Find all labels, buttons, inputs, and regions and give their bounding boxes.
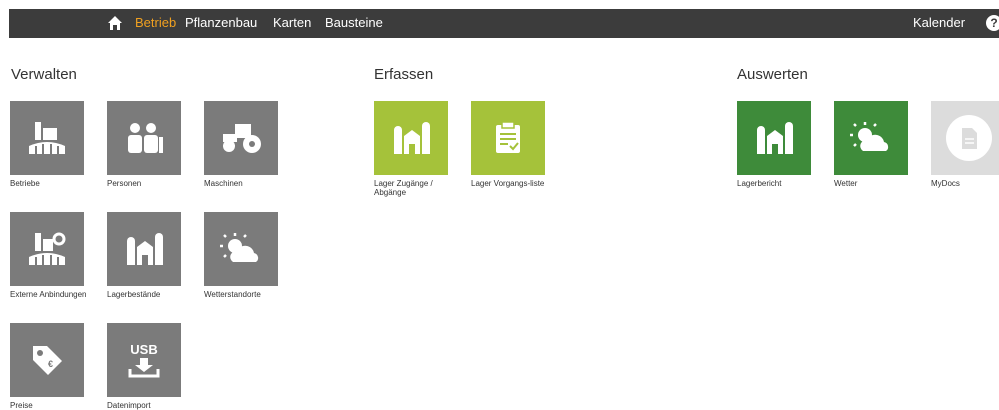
nav-kalender[interactable]: Kalender xyxy=(913,9,965,38)
tile-lagerbericht[interactable]: Lagerbericht xyxy=(737,101,811,188)
tile-box[interactable]: USB xyxy=(107,323,181,397)
help-icon[interactable]: ? xyxy=(986,15,999,31)
tile-box[interactable] xyxy=(204,212,278,286)
tile-box[interactable] xyxy=(737,101,811,175)
tile-label: Preise xyxy=(10,401,33,410)
tile-label: Personen xyxy=(107,179,142,188)
tile-label: Betriebe xyxy=(10,179,40,188)
tile-lagerbestaende[interactable]: Lagerbestände xyxy=(107,212,181,299)
tile-box[interactable] xyxy=(107,101,181,175)
tractor-icon xyxy=(223,124,261,153)
tile-label: Wetter xyxy=(834,179,858,188)
top-navigation-bar: Betrieb Pflanzenbau Karten Bausteine Kal… xyxy=(9,9,999,38)
tile-label: Lagerbericht xyxy=(737,179,782,188)
tile-label: MyDocs xyxy=(931,179,960,188)
nav-pflanzenbau[interactable]: Pflanzenbau xyxy=(185,9,257,38)
nav-karten[interactable]: Karten xyxy=(273,9,311,38)
clipboard-icon xyxy=(496,121,520,153)
tile-lager-vorgangsliste[interactable]: Lager Vorgangs-liste xyxy=(471,101,545,188)
tile-externe-anbindungen[interactable]: Externe Anbindungen xyxy=(10,212,87,299)
tile-lager-zugaenge[interactable]: Lager Zugänge / Abgänge xyxy=(374,101,448,197)
tile-box[interactable] xyxy=(204,101,278,175)
section-title-erfassen: Erfassen xyxy=(374,66,434,83)
tile-maschinen[interactable]: Maschinen xyxy=(204,101,278,188)
nav-bausteine[interactable]: Bausteine xyxy=(325,9,383,38)
tile-datenimport[interactable]: USB Datenimport xyxy=(107,323,181,410)
nav-betrieb[interactable]: Betrieb xyxy=(135,9,176,38)
tile-label: Lagerbestände xyxy=(107,290,161,299)
document-icon xyxy=(946,115,992,161)
usb-import-icon: USB xyxy=(128,342,160,378)
tile-wetterstandorte[interactable]: Wetterstandorte xyxy=(204,212,278,299)
silo-icon xyxy=(127,233,163,265)
section-title-auswerten: Auswerten xyxy=(737,66,808,83)
section-title-verwalten: Verwalten xyxy=(11,66,77,83)
tile-label: Datenimport xyxy=(107,401,151,410)
tile-wetter[interactable]: Wetter xyxy=(834,101,908,188)
tile-box[interactable] xyxy=(834,101,908,175)
tile-preise[interactable]: € Preise xyxy=(10,323,84,410)
tile-box[interactable] xyxy=(931,101,999,175)
tile-box[interactable]: € xyxy=(10,323,84,397)
svg-text:€: € xyxy=(48,359,53,369)
weather-icon xyxy=(850,122,889,151)
home-icon[interactable] xyxy=(107,15,123,31)
tile-box[interactable] xyxy=(107,212,181,286)
farm-buildings-icon xyxy=(29,122,65,154)
tile-personen[interactable]: Personen xyxy=(107,101,181,188)
price-tag-icon: € xyxy=(33,346,62,375)
silo-icon xyxy=(757,122,793,154)
tile-mydocs[interactable]: MyDocs xyxy=(931,101,999,188)
tile-box[interactable] xyxy=(10,212,84,286)
farm-gear-icon xyxy=(29,232,66,265)
tile-box[interactable] xyxy=(471,101,545,175)
weather-icon xyxy=(220,233,259,262)
svg-text:USB: USB xyxy=(130,342,157,357)
persons-icon xyxy=(128,123,163,153)
tile-betriebe[interactable]: Betriebe xyxy=(10,101,84,188)
tile-label: Lager Zugänge / Abgänge xyxy=(374,179,433,197)
tile-box[interactable] xyxy=(374,101,448,175)
tile-label: Maschinen xyxy=(204,179,243,188)
silo-icon xyxy=(394,122,430,154)
tile-label: Lager Vorgangs-liste xyxy=(471,179,545,188)
tile-label: Wetterstandorte xyxy=(204,290,261,299)
tile-box[interactable] xyxy=(10,101,84,175)
tile-label: Externe Anbindungen xyxy=(10,290,87,299)
